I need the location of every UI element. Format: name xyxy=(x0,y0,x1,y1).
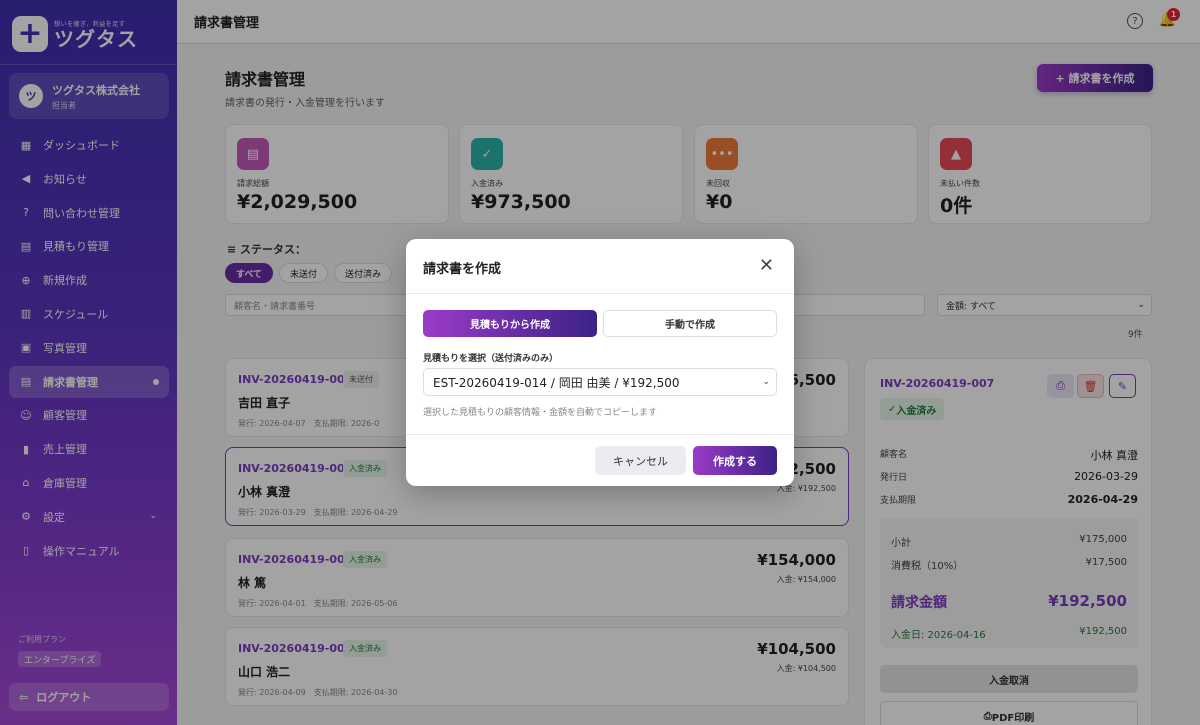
estimate-select-label: 見積もりを選択（送付済みのみ） xyxy=(423,354,559,364)
tab-from-estimate[interactable]: 見積もりから作成 xyxy=(423,310,597,337)
app-root: + 想いを継ぎ、利益を足す ツグタス ツ ツグタス株式会社 担当者 ▦ ダッシュボ… xyxy=(0,0,1200,725)
modal-title: 請求書を作成 xyxy=(423,262,502,277)
modal-divider xyxy=(406,434,794,435)
estimate-select[interactable]: EST-20260419-014 / 岡田 由美 / ¥192,500 ⌄ xyxy=(423,368,777,396)
create-button[interactable]: 作成する xyxy=(693,446,777,475)
create-invoice-modal: 請求書を作成 ✕ 見積もりから作成 手動で作成 見積もりを選択（送付済みのみ） … xyxy=(406,239,794,486)
modal-divider xyxy=(406,293,794,294)
cancel-button[interactable]: キャンセル xyxy=(595,446,686,475)
chevron-down-icon: ⌄ xyxy=(762,377,770,387)
tab-manual[interactable]: 手動で作成 xyxy=(603,310,777,337)
estimate-hint: 選択した見積もりの顧客情報・金額を自動でコピーします xyxy=(423,408,658,418)
close-icon[interactable]: ✕ xyxy=(759,255,774,276)
